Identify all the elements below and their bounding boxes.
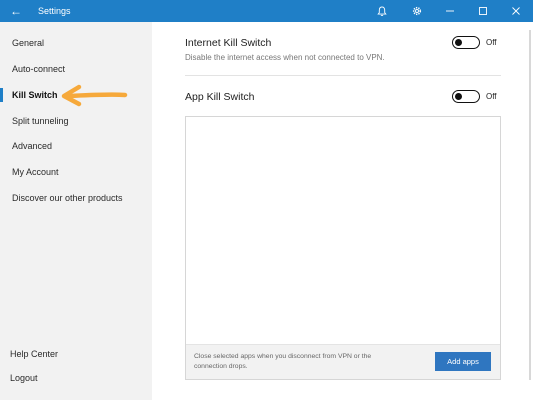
window-title: Settings (38, 6, 71, 16)
sidebar-item-general[interactable]: General (0, 33, 152, 53)
gear-icon[interactable] (409, 3, 425, 19)
sidebar-item-help-center[interactable]: Help Center (0, 344, 152, 364)
internet-kill-switch-toggle[interactable] (452, 36, 480, 49)
toggle-knob (455, 92, 462, 100)
sidebar-item-my-account[interactable]: My Account (0, 162, 152, 182)
app-list-footer-text: Close selected apps when you disconnect … (194, 353, 372, 370)
main-panel: Internet Kill Switch Disable the interne… (152, 22, 533, 400)
toggle-knob (455, 38, 462, 46)
orange-arrow-icon (61, 84, 128, 107)
app-kill-switch-toggle[interactable] (452, 90, 480, 103)
sidebar-item-logout[interactable]: Logout (0, 368, 152, 388)
sidebar-item-advanced[interactable]: Advanced (0, 136, 152, 156)
app-kill-switch-state: Off (486, 92, 497, 101)
title-bar: ← Settings (0, 0, 533, 22)
sidebar-item-split-tunneling[interactable]: Split tunneling (0, 111, 152, 131)
internet-kill-switch-state: Off (486, 38, 497, 47)
sidebar-item-discover-products[interactable]: Discover our other products (0, 188, 152, 208)
sidebar: General Auto-connect Kill Switch Split t… (0, 22, 152, 400)
minimize-icon[interactable] (442, 3, 458, 19)
arrow-left-icon[interactable]: ← (10, 3, 22, 19)
divider (185, 75, 501, 76)
app-list-footer: Close selected apps when you disconnect … (186, 344, 500, 379)
internet-kill-switch-title: Internet Kill Switch (185, 37, 272, 49)
app-kill-switch-title: App Kill Switch (185, 91, 255, 103)
app-list[interactable]: Close selected apps when you disconnect … (185, 116, 501, 380)
maximize-icon[interactable] (475, 3, 491, 19)
sidebar-item-auto-connect[interactable]: Auto-connect (0, 59, 152, 79)
internet-kill-switch-description: Disable the internet access when not con… (185, 53, 385, 62)
scrollbar[interactable] (529, 30, 531, 380)
add-apps-button[interactable]: Add apps (435, 352, 491, 371)
close-icon[interactable] (508, 3, 524, 19)
bell-icon[interactable] (374, 3, 390, 19)
